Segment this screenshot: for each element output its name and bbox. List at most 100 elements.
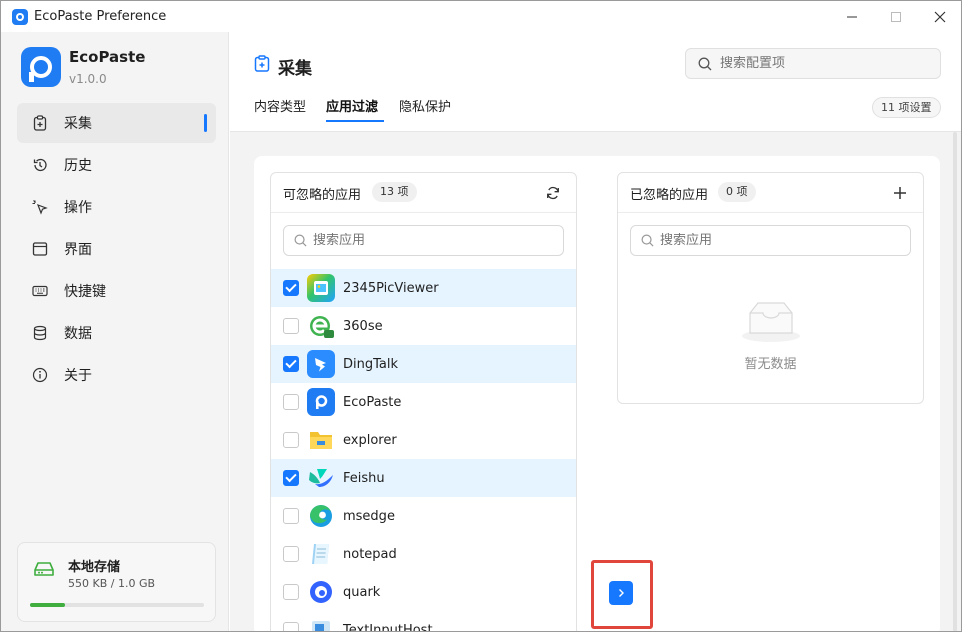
sidebar-item-shortcuts[interactable]: 快捷键 (17, 271, 216, 311)
app-version: v1.0.0 (69, 72, 107, 86)
list-item[interactable]: TextInputHost (271, 611, 576, 632)
app-name: 360se (343, 318, 383, 334)
page-header: 采集 内容类型 应用过滤 隐私保护 11 项设置 (230, 32, 961, 132)
brand-name: EcoPaste (69, 48, 146, 66)
list-item[interactable]: quark (271, 573, 576, 611)
active-tab-underline (326, 120, 384, 122)
sidebar-item-label: 采集 (64, 116, 92, 132)
sidebar-item-label: 历史 (64, 158, 92, 174)
sidebar: EcoPaste v1.0.0 采集 历史 操作 界面 快捷键 数据 关于 本地… (1, 32, 229, 631)
list-item[interactable]: notepad (271, 535, 576, 573)
page-title: 采集 (278, 59, 312, 79)
app-name: explorer (343, 432, 397, 448)
app-name: TextInputHost (343, 622, 433, 632)
sidebar-item-actions[interactable]: 操作 (17, 187, 216, 227)
active-indicator (204, 114, 207, 132)
app-name: Feishu (343, 470, 385, 486)
panel-title: 已忽略的应用 (630, 188, 709, 203)
checkbox[interactable] (283, 584, 299, 600)
main-content: 采集 内容类型 应用过滤 隐私保护 11 项设置 可忽略的应用 13 项 (230, 32, 961, 632)
list-item[interactable]: EcoPaste (271, 383, 576, 421)
storage-progress-fill (30, 603, 65, 607)
settings-count-badge: 11 项设置 (872, 97, 941, 118)
storage-title: 本地存储 (68, 560, 121, 575)
sidebar-item-about[interactable]: 关于 (17, 355, 216, 395)
checkbox[interactable] (283, 432, 299, 448)
tab-privacy[interactable]: 隐私保护 (399, 96, 451, 115)
hard-drive-icon (34, 561, 54, 581)
panel-header: 已忽略的应用 0 项 (618, 173, 923, 213)
sidebar-item-label: 操作 (64, 200, 92, 216)
feishu-app-icon (307, 464, 335, 492)
checkbox[interactable] (283, 622, 299, 631)
explorer-folder-icon (307, 426, 335, 454)
highlight-annotation (591, 560, 653, 629)
storage-progress-track (30, 603, 204, 607)
list-item[interactable]: msedge (271, 497, 576, 535)
app-name: quark (343, 584, 381, 600)
msedge-app-icon (307, 502, 335, 530)
ignored-apps-search-box[interactable] (630, 225, 911, 256)
database-icon (32, 325, 48, 341)
ignorable-apps-search-box[interactable] (283, 225, 564, 256)
add-icon[interactable] (893, 185, 907, 204)
list-item[interactable]: explorer (271, 421, 576, 459)
sidebar-item-collect[interactable]: 采集 (17, 103, 216, 143)
settings-search-box[interactable] (685, 48, 941, 79)
checkbox[interactable] (283, 356, 299, 372)
sidebar-item-label: 数据 (64, 326, 92, 342)
list-item[interactable]: 2345PicViewer (271, 269, 576, 307)
maximize-icon (891, 11, 901, 22)
window-title: EcoPaste Preference (34, 9, 167, 24)
storage-card: 本地存储 550 KB / 1.0 GB (17, 542, 216, 622)
close-window-button[interactable] (917, 1, 961, 32)
info-icon (32, 367, 48, 383)
list-item[interactable]: DingTalk (271, 345, 576, 383)
clipboard-plus-icon (32, 115, 48, 131)
empty-inbox-icon (740, 301, 802, 347)
close-icon (934, 11, 946, 22)
sidebar-item-label: 界面 (64, 242, 92, 258)
360se-app-icon (307, 312, 335, 340)
ignorable-apps-panel: 可忽略的应用 13 项 2345 (270, 172, 577, 632)
panel-header: 可忽略的应用 13 项 (271, 173, 576, 213)
minimize-button[interactable] (829, 1, 875, 32)
app-filter-card: 可忽略的应用 13 项 2345 (254, 156, 940, 632)
window-layout-icon (32, 241, 48, 257)
page-scrollbar[interactable] (953, 132, 957, 631)
ignorable-apps-search-input[interactable] (313, 233, 513, 248)
checkbox[interactable] (283, 546, 299, 562)
checkbox[interactable] (283, 470, 299, 486)
count-badge: 0 项 (718, 182, 756, 202)
tab-app-filter[interactable]: 应用过滤 (326, 96, 378, 115)
app-name: EcoPaste (343, 394, 402, 410)
app-name: DingTalk (343, 356, 399, 372)
dingtalk-app-icon (307, 350, 335, 378)
app-name: 2345PicViewer (343, 280, 439, 296)
sidebar-item-data[interactable]: 数据 (17, 313, 216, 353)
list-item[interactable]: Feishu (271, 459, 576, 497)
2345picviewer-app-icon (307, 274, 335, 302)
ignored-apps-panel: 已忽略的应用 0 项 暂无数据 (617, 172, 924, 404)
maximize-button[interactable] (873, 1, 919, 32)
sidebar-item-history[interactable]: 历史 (17, 145, 216, 185)
cursor-click-icon (32, 199, 48, 215)
list-item[interactable]: 360se (271, 307, 576, 345)
app-name: notepad (343, 546, 397, 562)
checkbox[interactable] (283, 318, 299, 334)
refresh-icon[interactable] (546, 185, 560, 204)
settings-search-input[interactable] (720, 56, 940, 71)
app-name: msedge (343, 508, 395, 524)
ignored-apps-search-input[interactable] (660, 233, 860, 248)
app-window: EcoPaste Preference EcoPaste v1.0.0 采集 历… (0, 0, 962, 632)
panel-title: 可忽略的应用 (283, 188, 362, 203)
checkbox[interactable] (283, 394, 299, 410)
minimize-icon (847, 16, 857, 17)
sidebar-item-interface[interactable]: 界面 (17, 229, 216, 269)
checkbox[interactable] (283, 508, 299, 524)
search-icon (641, 234, 654, 247)
tab-content-types[interactable]: 内容类型 (254, 96, 306, 115)
count-badge: 13 项 (372, 182, 417, 202)
checkbox[interactable] (283, 280, 299, 296)
search-icon (294, 234, 307, 247)
